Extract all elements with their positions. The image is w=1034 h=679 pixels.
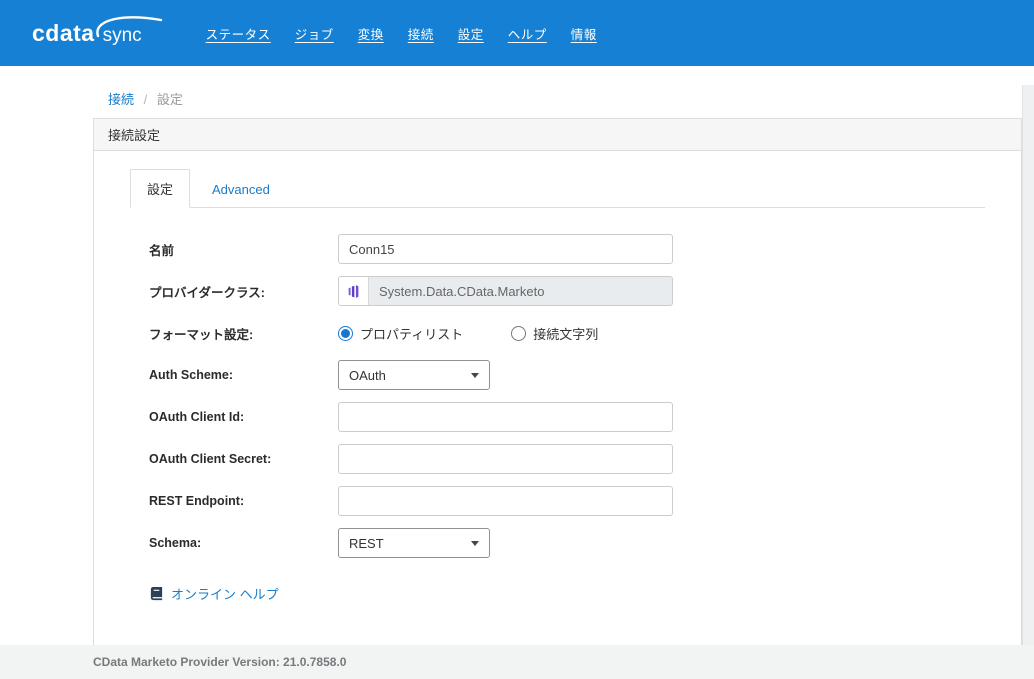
provider-version-text: CData Marketo Provider Version: 21.0.785…: [93, 655, 346, 669]
form-row-auth-scheme: Auth Scheme: OAuth: [149, 360, 1021, 390]
panel-header: 接続設定: [94, 119, 1021, 151]
nav-item-info[interactable]: 情報: [571, 24, 597, 43]
marketo-provider-icon: [339, 277, 369, 305]
online-help-link[interactable]: オンライン ヘルプ: [149, 584, 279, 603]
breadcrumb-current: 設定: [157, 92, 183, 107]
footer: CData Marketo Provider Version: 21.0.785…: [0, 645, 1034, 679]
panel-title: 接続設定: [108, 125, 160, 144]
top-navbar: cdata sync ステータス ジョブ 変換 接続 設定 ヘルプ 情報: [0, 0, 1034, 66]
connection-string-radio[interactable]: [511, 326, 526, 341]
cdata-sync-logo[interactable]: cdata sync: [32, 20, 142, 47]
form-row-rest-endpoint: REST Endpoint:: [149, 486, 1021, 516]
nav-item-status[interactable]: ステータス: [206, 24, 271, 43]
tab-bar: 設定 Advanced: [130, 171, 985, 208]
form-row-oauth-client-id: OAuth Client Id:: [149, 402, 1021, 432]
auth-scheme-label: Auth Scheme:: [149, 368, 338, 382]
schema-selected-value: REST: [349, 536, 384, 551]
property-list-radio-label: プロパティリスト: [360, 324, 463, 343]
name-label: 名前: [149, 240, 338, 259]
oauth-client-secret-input[interactable]: [338, 444, 673, 474]
connection-string-radio-label: 接続文字列: [533, 324, 598, 343]
nav-item-settings[interactable]: 設定: [458, 24, 484, 43]
name-input[interactable]: [338, 234, 673, 264]
form-row-schema: Schema: REST: [149, 528, 1021, 558]
tab-settings[interactable]: 設定: [130, 169, 190, 208]
logo-text-sync-wrap: sync: [103, 25, 142, 47]
rest-endpoint-label: REST Endpoint:: [149, 494, 338, 508]
form-row-provider-class: プロバイダークラス: System.Data.CData.Marketo: [149, 276, 1021, 306]
schema-label: Schema:: [149, 536, 338, 550]
radio-option-property-list[interactable]: プロパティリスト: [338, 324, 463, 343]
main-nav: ステータス ジョブ 変換 接続 設定 ヘルプ 情報: [206, 24, 597, 43]
nav-item-help[interactable]: ヘルプ: [508, 24, 547, 43]
radio-option-connection-string[interactable]: 接続文字列: [511, 324, 598, 343]
rest-endpoint-input[interactable]: [338, 486, 673, 516]
provider-class-field: System.Data.CData.Marketo: [338, 276, 673, 306]
tab-advanced[interactable]: Advanced: [190, 173, 292, 207]
format-label: フォーマット設定:: [149, 324, 338, 343]
page-background-gutter: [1022, 85, 1034, 645]
property-list-radio[interactable]: [338, 326, 353, 341]
logo-text-cdata: cdata: [32, 20, 95, 47]
provider-class-label: プロバイダークラス:: [149, 282, 338, 301]
book-icon: [149, 586, 164, 601]
connection-settings-panel: 接続設定 設定 Advanced 名前 プロバイダークラス:: [93, 118, 1022, 653]
oauth-client-id-label: OAuth Client Id:: [149, 410, 338, 424]
logo-text-sync: sync: [103, 25, 142, 46]
format-radio-group: プロパティリスト 接続文字列: [338, 324, 598, 343]
online-help-label: オンライン ヘルプ: [171, 584, 279, 603]
caret-down-icon: [471, 373, 479, 378]
auth-scheme-selected-value: OAuth: [349, 368, 386, 383]
form-row-oauth-client-secret: OAuth Client Secret:: [149, 444, 1021, 474]
breadcrumb-link-connections[interactable]: 接続: [108, 92, 134, 107]
nav-item-connections[interactable]: 接続: [408, 24, 434, 43]
cdata-sync-app: cdata sync ステータス ジョブ 変換 接続 設定 ヘルプ 情報 接続 …: [0, 0, 1034, 679]
nav-item-transform[interactable]: 変換: [358, 24, 384, 43]
caret-down-icon: [471, 541, 479, 546]
breadcrumb-separator: /: [144, 92, 148, 107]
nav-item-jobs[interactable]: ジョブ: [295, 24, 334, 43]
form-row-name: 名前: [149, 234, 1021, 264]
form-row-format: フォーマット設定: プロパティリスト 接続文字列: [149, 318, 1021, 348]
oauth-client-secret-label: OAuth Client Secret:: [149, 452, 338, 466]
breadcrumb: 接続 / 設定: [108, 89, 1034, 108]
auth-scheme-select[interactable]: OAuth: [338, 360, 490, 390]
schema-select[interactable]: REST: [338, 528, 490, 558]
panel-body: 設定 Advanced 名前 プロバイダークラス:: [94, 171, 1021, 652]
oauth-client-id-input[interactable]: [338, 402, 673, 432]
provider-class-value: System.Data.CData.Marketo: [369, 284, 544, 299]
connection-form: 名前 プロバイダークラス: System.Data.CDat: [149, 234, 1021, 606]
